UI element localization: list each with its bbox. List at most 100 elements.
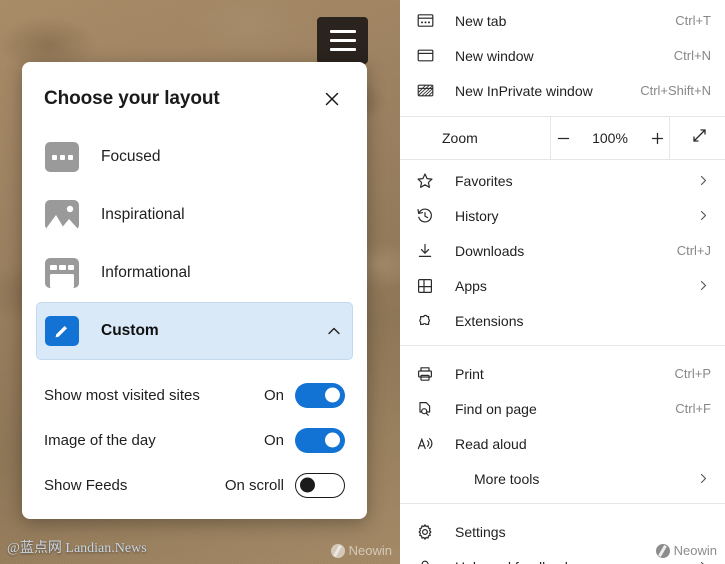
layout-option-focused[interactable]: Focused [36,128,353,186]
dialog-title: Choose your layout [44,88,220,110]
menu-item-label: Downloads [455,243,677,259]
setting-label: Show most visited sites [44,387,264,404]
setting-state: On scroll [225,477,284,494]
dot [68,155,73,160]
watermark-neowin-label: Neowin [349,543,392,558]
menu-item-label: New window [455,48,674,64]
menu-item-shortcut: Ctrl+Shift+N [640,83,711,98]
menu-item-label: Settings [455,524,711,540]
star-icon [414,170,436,192]
screenshot-root: Choose your layout [0,0,725,564]
menu-item-label: Print [455,366,675,382]
menu-item-print[interactable]: Print Ctrl+P [400,356,725,391]
menu-item-shortcut: Ctrl+P [675,366,711,381]
history-icon [414,205,436,227]
toggle-show-feeds[interactable] [295,473,345,498]
mountain-glyph [45,200,79,230]
zoom-value: 100% [591,130,629,146]
menu-item-label: Help and feedback [455,559,695,564]
hamburger-line [330,39,356,42]
setting-show-feeds: Show Feeds On scroll [44,465,345,505]
menu-item-apps[interactable]: Apps [400,268,725,303]
toggle-knob [300,478,315,493]
chevron-right-icon [695,173,711,189]
menu-item-label: Apps [455,278,695,294]
menu-item-downloads[interactable]: Downloads Ctrl+J [400,233,725,268]
layout-option-informational[interactable]: Informational [36,244,353,302]
menu-item-new-inprivate-window[interactable]: New InPrivate window Ctrl+Shift+N [400,73,725,108]
menu-separator [400,345,725,346]
informational-thumbnail-icon [45,258,79,288]
layout-option-label: Focused [101,148,160,166]
menu-group-tools: Print Ctrl+P Find on page Ctrl+F [400,353,725,496]
toggle-image-of-the-day[interactable] [295,428,345,453]
layout-option-inspirational[interactable]: Inspirational [36,186,353,244]
zoom-out-button[interactable] [551,126,575,150]
print-icon [414,363,436,385]
menu-item-label: Favorites [455,173,695,189]
menu-item-label: New InPrivate window [455,83,640,99]
menu-group-new: New tab Ctrl+T New window Ctrl+N [400,0,725,108]
download-icon [414,240,436,262]
menu-item-label: Find on page [455,401,675,417]
new-window-icon [414,45,436,67]
menu-item-new-window[interactable]: New window Ctrl+N [400,38,725,73]
menu-item-read-aloud[interactable]: Read aloud [400,426,725,461]
close-icon[interactable] [319,86,345,112]
chevron-up-icon[interactable] [324,321,344,341]
choose-layout-dialog: Choose your layout [22,62,367,519]
setting-state: On [264,387,284,404]
menu-item-shortcut: Ctrl+F [675,401,711,416]
toggle-show-most-visited-sites[interactable] [295,383,345,408]
hamburger-line [330,30,356,33]
zoom-label: Zoom [400,117,550,159]
menu-item-history[interactable]: History [400,198,725,233]
chevron-right-icon [695,471,711,487]
menu-item-label: New tab [455,13,675,29]
watermark-landian: @蓝点网 Landian.News [7,537,147,557]
setting-label: Show Feeds [44,477,225,494]
extensions-icon [414,310,436,332]
setting-show-most-visited-sites: Show most visited sites On [44,375,345,415]
layout-option-custom[interactable]: Custom [36,302,353,360]
neowin-logo-icon [331,544,345,558]
question-icon [414,556,436,564]
zoom-in-button[interactable] [645,126,669,150]
pencil-glyph [53,322,71,340]
bars-glyph [45,258,79,288]
menu-item-more-tools[interactable]: More tools [400,461,725,496]
chevron-right-icon [695,559,711,564]
menu-item-extensions[interactable]: Extensions [400,303,725,338]
layout-option-label: Informational [101,264,191,282]
menu-item-new-tab[interactable]: New tab Ctrl+T [400,3,725,38]
inspirational-thumbnail-icon [45,200,79,230]
watermark-neowin-label: Neowin [674,543,717,558]
custom-pencil-thumbnail-icon [45,316,79,346]
gear-icon [414,521,436,543]
custom-settings-list: Show most visited sites On Image of the … [22,360,367,505]
toggle-knob [325,433,340,448]
setting-state: On [264,432,284,449]
toggle-knob [325,388,340,403]
watermark-neowin-left: Neowin [331,543,392,558]
spacer [400,108,725,116]
browser-settings-menu: New tab Ctrl+T New window Ctrl+N [400,0,725,564]
chevron-right-icon [695,208,711,224]
focused-thumbnail-icon [45,142,79,172]
menu-item-find-on-page[interactable]: Find on page Ctrl+F [400,391,725,426]
new-tab-page: Choose your layout [0,0,400,564]
zoom-controls: 100% [550,117,670,159]
menu-item-shortcut: Ctrl+T [675,13,711,28]
menu-item-label: More tools [474,471,695,487]
watermark-neowin-right: Neowin [656,543,717,558]
menu-item-favorites[interactable]: Favorites [400,163,725,198]
layout-options-list: Focused Inspirational [22,122,367,360]
setting-image-of-the-day: Image of the day On [44,420,345,460]
menu-item-shortcut: Ctrl+N [674,48,711,63]
page-settings-menu-button[interactable] [317,17,368,64]
zoom-row: Zoom 100% [400,116,725,160]
fullscreen-button[interactable] [670,117,725,159]
menu-item-label: History [455,208,695,224]
setting-label: Image of the day [44,432,264,449]
dialog-header: Choose your layout [22,62,367,122]
